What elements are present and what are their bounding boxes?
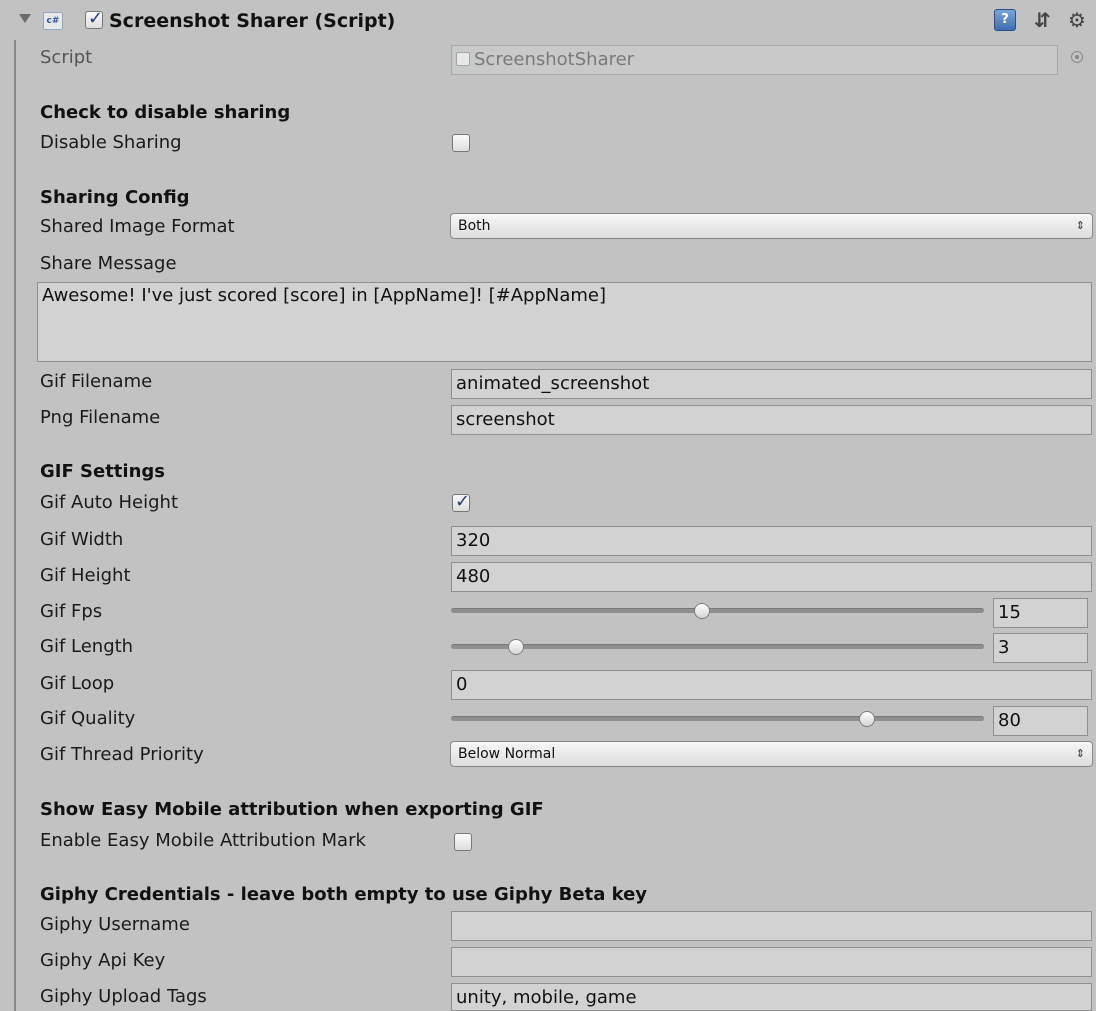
giphy-upload-tags-label: Giphy Upload Tags: [40, 986, 207, 1007]
checkmark-icon: ✓: [88, 8, 104, 29]
gif-quality-input[interactable]: 80: [993, 706, 1088, 736]
gif-auto-height-label: Gif Auto Height: [40, 492, 179, 513]
gif-length-slider-track[interactable]: [451, 644, 984, 649]
gif-height-input[interactable]: 480: [451, 562, 1092, 592]
gif-length-input[interactable]: 3: [993, 633, 1088, 663]
gear-icon[interactable]: ⚙: [1068, 9, 1090, 31]
attribution-mark-label: Enable Easy Mobile Attribution Mark: [40, 830, 366, 851]
checkmark-icon: ✓: [455, 491, 471, 512]
component-enabled-checkbox[interactable]: ✓: [85, 8, 104, 29]
foldout-arrow-icon[interactable]: [19, 14, 31, 23]
shared-image-format-dropdown[interactable]: Both ⇕: [450, 213, 1093, 239]
gif-thread-priority-label: Gif Thread Priority: [40, 744, 204, 765]
png-filename-label: Png Filename: [40, 407, 161, 428]
script-field[interactable]: ScreenshotSharer: [451, 45, 1058, 75]
indent-line: [14, 40, 16, 1011]
gif-fps-label: Gif Fps: [40, 601, 103, 622]
png-filename-input[interactable]: screenshot: [451, 405, 1092, 435]
giphy-username-input[interactable]: [451, 911, 1092, 941]
share-message-label: Share Message: [40, 253, 177, 274]
gif-loop-label: Gif Loop: [40, 673, 115, 694]
section-giphy-credentials: Giphy Credentials - leave both empty to …: [40, 884, 648, 905]
script-asset-icon: [456, 52, 470, 66]
section-disable-sharing: Check to disable sharing: [40, 102, 291, 123]
section-sharing-config: Sharing Config: [40, 187, 190, 208]
help-book-icon[interactable]: ?: [994, 9, 1016, 31]
gif-height-label: Gif Height: [40, 565, 131, 586]
shared-image-format-value: Both: [458, 218, 491, 234]
gif-quality-slider-thumb[interactable]: [859, 711, 876, 727]
preset-icon[interactable]: ⇵: [1034, 9, 1056, 31]
script-label: Script: [40, 47, 93, 68]
disable-sharing-label: Disable Sharing: [40, 132, 182, 153]
inspector-panel: c# ✓ Screenshot Sharer (Script) ? ⇵ ⚙ Sc…: [0, 0, 1096, 1011]
giphy-api-key-label: Giphy Api Key: [40, 950, 166, 971]
giphy-upload-tags-input[interactable]: unity, mobile, game: [451, 983, 1092, 1011]
gif-thread-priority-dropdown[interactable]: Below Normal ⇕: [450, 741, 1093, 767]
gif-quality-slider-track[interactable]: [451, 716, 984, 721]
script-value: ScreenshotSharer: [474, 49, 635, 70]
giphy-username-label: Giphy Username: [40, 914, 190, 935]
section-gif-settings: GIF Settings: [40, 461, 165, 482]
component-header: c# ✓ Screenshot Sharer (Script) ? ⇵ ⚙: [0, 0, 1096, 44]
gif-quality-label: Gif Quality: [40, 708, 136, 729]
dropdown-arrows-icon: ⇕: [1075, 747, 1085, 760]
gif-loop-input[interactable]: 0: [451, 670, 1092, 700]
gif-width-input[interactable]: 320: [451, 526, 1092, 556]
gif-filename-label: Gif Filename: [40, 371, 153, 392]
share-message-textarea[interactable]: Awesome! I've just scored [score] in [Ap…: [37, 282, 1092, 362]
gif-fps-slider-track[interactable]: [451, 608, 984, 613]
object-picker-icon[interactable]: [1071, 51, 1083, 63]
disable-sharing-checkbox[interactable]: [452, 134, 470, 152]
shared-image-format-label: Shared Image Format: [40, 216, 235, 237]
attribution-mark-checkbox[interactable]: [454, 833, 472, 851]
gif-fps-input[interactable]: 15: [993, 598, 1088, 628]
giphy-api-key-input[interactable]: [451, 947, 1092, 977]
section-attribution: Show Easy Mobile attribution when export…: [40, 799, 544, 820]
gif-width-label: Gif Width: [40, 529, 124, 550]
gif-fps-slider-thumb[interactable]: [693, 603, 710, 619]
gif-filename-input[interactable]: animated_screenshot: [451, 369, 1092, 399]
gif-auto-height-checkbox[interactable]: ✓: [452, 491, 471, 512]
component-title: Screenshot Sharer (Script): [109, 10, 396, 32]
gif-length-slider-thumb[interactable]: [507, 639, 524, 655]
dropdown-arrows-icon: ⇕: [1075, 219, 1085, 232]
gif-thread-priority-value: Below Normal: [458, 746, 556, 762]
gif-length-label: Gif Length: [40, 636, 134, 657]
csharp-script-icon: c#: [43, 12, 63, 30]
